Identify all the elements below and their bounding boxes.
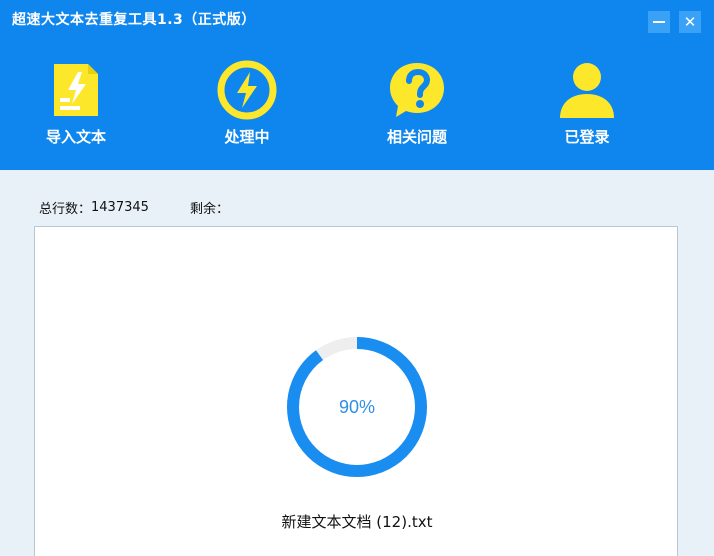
total-lines: 总行数：1437345	[39, 198, 149, 217]
minimize-icon	[653, 21, 665, 23]
import-text-button[interactable]: 导入文本	[16, 60, 136, 152]
help-button[interactable]: 相关问题	[357, 60, 477, 152]
user-status-label: 已登录	[564, 128, 610, 146]
processing-button[interactable]: 处理中	[187, 60, 307, 152]
total-lines-value: 1437345	[91, 200, 149, 215]
close-icon: ✕	[683, 13, 697, 31]
help-label: 相关问题	[386, 128, 447, 146]
question-icon	[390, 63, 444, 117]
progress-percent: 90%	[338, 396, 376, 417]
import-text-label: 导入文本	[45, 128, 106, 146]
user-icon	[560, 63, 614, 118]
close-button[interactable]: ✕	[679, 11, 701, 33]
current-file-name: 新建文本文档 (12).txt	[281, 513, 433, 531]
import-text-icon	[54, 64, 98, 116]
window-title: 超速大文本去重复工具1.3（正式版）	[12, 12, 256, 28]
total-lines-label: 总行数：	[39, 202, 92, 217]
lightning-icon	[217, 60, 277, 120]
user-account-button[interactable]: 已登录	[527, 60, 647, 152]
processing-label: 处理中	[224, 128, 270, 146]
minimize-button[interactable]	[648, 11, 670, 33]
title-bar-header: 超速大文本去重复工具1.3（正式版） ✕ 导入文本 处理中 相关问题 已登录	[0, 0, 714, 170]
remaining-label: 剩余：	[190, 202, 230, 217]
progress-panel: 90% 新建文本文档 (12).txt	[34, 226, 678, 556]
